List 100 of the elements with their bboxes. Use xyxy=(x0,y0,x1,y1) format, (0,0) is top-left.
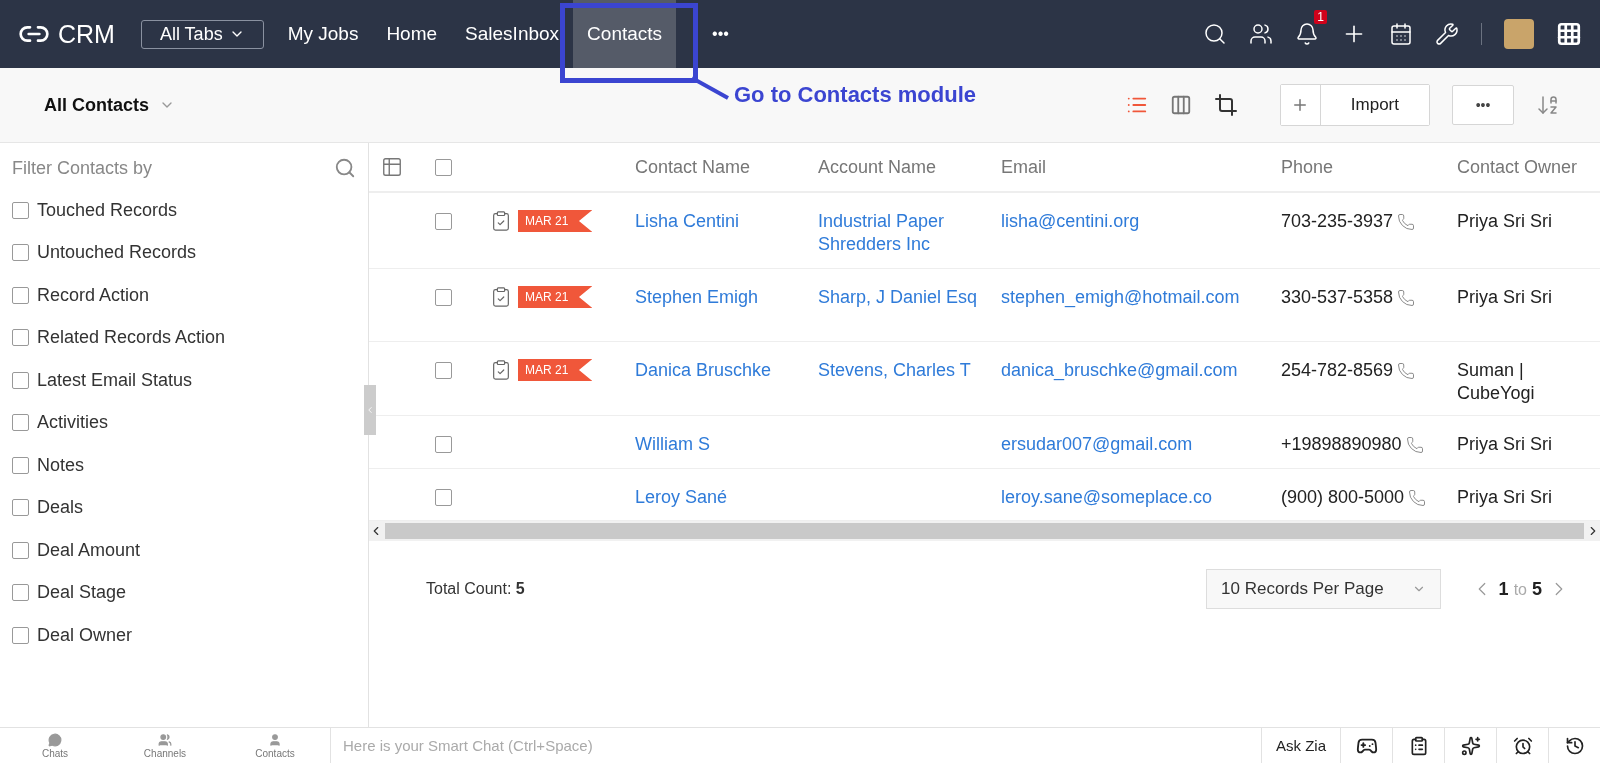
nav-tab[interactable]: My Jobs xyxy=(273,0,373,68)
phone-number: 254-782-8569 xyxy=(1281,359,1394,382)
nav-tab[interactable]: SalesInbox xyxy=(451,0,574,68)
column-header: Account Name xyxy=(818,156,938,178)
owner-name: Priya Sri Sri xyxy=(1457,286,1553,309)
filter-title: Filter Contacts by xyxy=(12,157,153,179)
annotation-text: Go to Contacts module xyxy=(734,82,976,108)
checkbox[interactable] xyxy=(12,541,29,559)
email-link[interactable]: danica_bruschke@gmail.com xyxy=(1001,359,1281,382)
phone-icon[interactable] xyxy=(1397,361,1416,380)
checkbox[interactable] xyxy=(12,244,29,262)
column-settings-icon[interactable] xyxy=(381,156,403,178)
date-tag: MAR 21 xyxy=(518,210,593,232)
checkbox[interactable] xyxy=(12,414,29,432)
records-per-page-dropdown[interactable]: 10 Records Per Page xyxy=(1206,569,1441,609)
select-all-checkbox[interactable] xyxy=(435,158,452,176)
email-link[interactable]: ersudar007@gmail.com xyxy=(1001,433,1281,456)
row-checkbox[interactable] xyxy=(435,289,452,306)
account-name-link[interactable]: Stevens, Charles T xyxy=(818,359,1001,382)
filter-label[interactable]: Latest Email Status xyxy=(37,369,193,391)
column-header: Email xyxy=(1001,156,1047,178)
contact-name-link[interactable]: Stephen Emigh xyxy=(635,286,818,309)
history-icon xyxy=(1564,735,1585,756)
checkbox[interactable] xyxy=(12,329,29,347)
contact-name-link[interactable]: Leroy Sané xyxy=(635,486,818,509)
email-link[interactable]: lisha@centini.org xyxy=(1001,210,1281,233)
chat-bar-tab[interactable]: Contacts xyxy=(220,728,330,763)
crop-icon[interactable] xyxy=(1213,93,1238,117)
all-tabs-dropdown[interactable]: All Tabs xyxy=(140,19,264,49)
notification-badge: 1 xyxy=(1314,10,1327,24)
row-checkbox[interactable] xyxy=(435,436,452,453)
checkbox[interactable] xyxy=(12,286,29,304)
checkbox[interactable] xyxy=(12,371,29,389)
email-link[interactable]: leroy.sane@someplace.co xyxy=(1001,486,1281,509)
date-tag: MAR 21 xyxy=(518,359,593,381)
phone-icon[interactable] xyxy=(1405,435,1424,454)
chat-bar-tab[interactable]: Chats xyxy=(0,728,110,763)
users-icon xyxy=(158,732,172,747)
collapse-handle[interactable] xyxy=(364,385,376,435)
filter-label[interactable]: Deal Stage xyxy=(37,582,127,604)
filter-label[interactable]: Record Action xyxy=(37,284,150,306)
more-button[interactable]: ••• xyxy=(1452,85,1514,125)
account-name-link[interactable]: Industrial Paper Shredders Inc xyxy=(818,210,1001,256)
sparkle-icon xyxy=(1460,735,1481,756)
sort-icon[interactable] xyxy=(1536,93,1560,117)
owner-name: Priya Sri Sri xyxy=(1457,486,1553,509)
filter-label[interactable]: Untouched Records xyxy=(37,242,197,264)
phone-icon[interactable] xyxy=(1397,288,1416,307)
logo-text: CRM xyxy=(58,19,115,49)
row-checkbox[interactable] xyxy=(435,213,452,230)
nav-tab[interactable]: Home xyxy=(372,0,452,68)
phone-icon[interactable] xyxy=(1408,488,1427,507)
person-icon xyxy=(268,732,282,747)
column-header: Contact Owner xyxy=(1457,156,1579,178)
account-name-link[interactable]: Sharp, J Daniel Esq xyxy=(818,286,1001,309)
filter-label[interactable]: Deals xyxy=(37,497,84,519)
columns-view-icon[interactable] xyxy=(1169,94,1192,116)
phone-icon[interactable] xyxy=(1397,212,1416,231)
checkbox[interactable] xyxy=(12,456,29,474)
tools-icon[interactable] xyxy=(1435,22,1459,46)
row-checkbox[interactable] xyxy=(435,362,452,379)
column-header: Contact Name xyxy=(635,156,752,178)
apps-grid-icon[interactable] xyxy=(1556,21,1582,47)
checkbox[interactable] xyxy=(12,201,29,219)
owner-name: Priya Sri Sri xyxy=(1457,210,1553,233)
phone-number: (900) 800-5000 xyxy=(1281,486,1405,509)
filter-label[interactable]: Touched Records xyxy=(37,199,178,221)
users-icon[interactable] xyxy=(1249,22,1273,46)
bell-icon[interactable] xyxy=(1295,22,1319,46)
phone-number: +19898890980 xyxy=(1281,433,1402,456)
add-button[interactable] xyxy=(1280,85,1321,125)
alarm-clock-icon xyxy=(1512,735,1533,756)
date-tag: MAR 21 xyxy=(518,286,593,308)
contact-name-link[interactable]: Lisha Centini xyxy=(635,210,818,233)
filter-label[interactable]: Related Records Action xyxy=(37,327,226,349)
checkbox[interactable] xyxy=(12,499,29,517)
filter-label[interactable]: Notes xyxy=(37,454,85,476)
nav-tab[interactable]: Contacts xyxy=(573,0,677,68)
search-icon[interactable] xyxy=(1203,22,1227,46)
more-tabs-button[interactable]: ••• xyxy=(704,25,737,43)
chat-bar-tab[interactable]: Channels xyxy=(110,728,220,763)
email-link[interactable]: stephen_emigh@hotmail.com xyxy=(1001,286,1281,309)
scrollbar-thumb[interactable] xyxy=(385,523,1584,539)
contact-name-link[interactable]: William S xyxy=(635,433,818,456)
column-header: Phone xyxy=(1281,156,1335,178)
phone-number: 703-235-3937 xyxy=(1281,210,1394,233)
filter-label[interactable]: Deal Amount xyxy=(37,539,141,561)
chat-bubble-icon xyxy=(48,732,62,747)
phone-number: 330-537-5358 xyxy=(1281,286,1394,309)
contact-name-link[interactable]: Danica Bruschke xyxy=(635,359,818,382)
checkbox[interactable] xyxy=(12,584,29,602)
filter-label[interactable]: Activities xyxy=(37,412,108,434)
task-icon xyxy=(490,210,512,232)
row-checkbox[interactable] xyxy=(435,489,452,506)
view-selector[interactable]: All Contacts xyxy=(44,94,149,116)
calendar-icon[interactable] xyxy=(1389,22,1413,46)
checkbox[interactable] xyxy=(12,626,29,644)
filter-label[interactable]: Deal Owner xyxy=(37,624,133,646)
owner-name: Suman | CubeYogi xyxy=(1457,359,1536,405)
task-icon xyxy=(490,286,512,308)
